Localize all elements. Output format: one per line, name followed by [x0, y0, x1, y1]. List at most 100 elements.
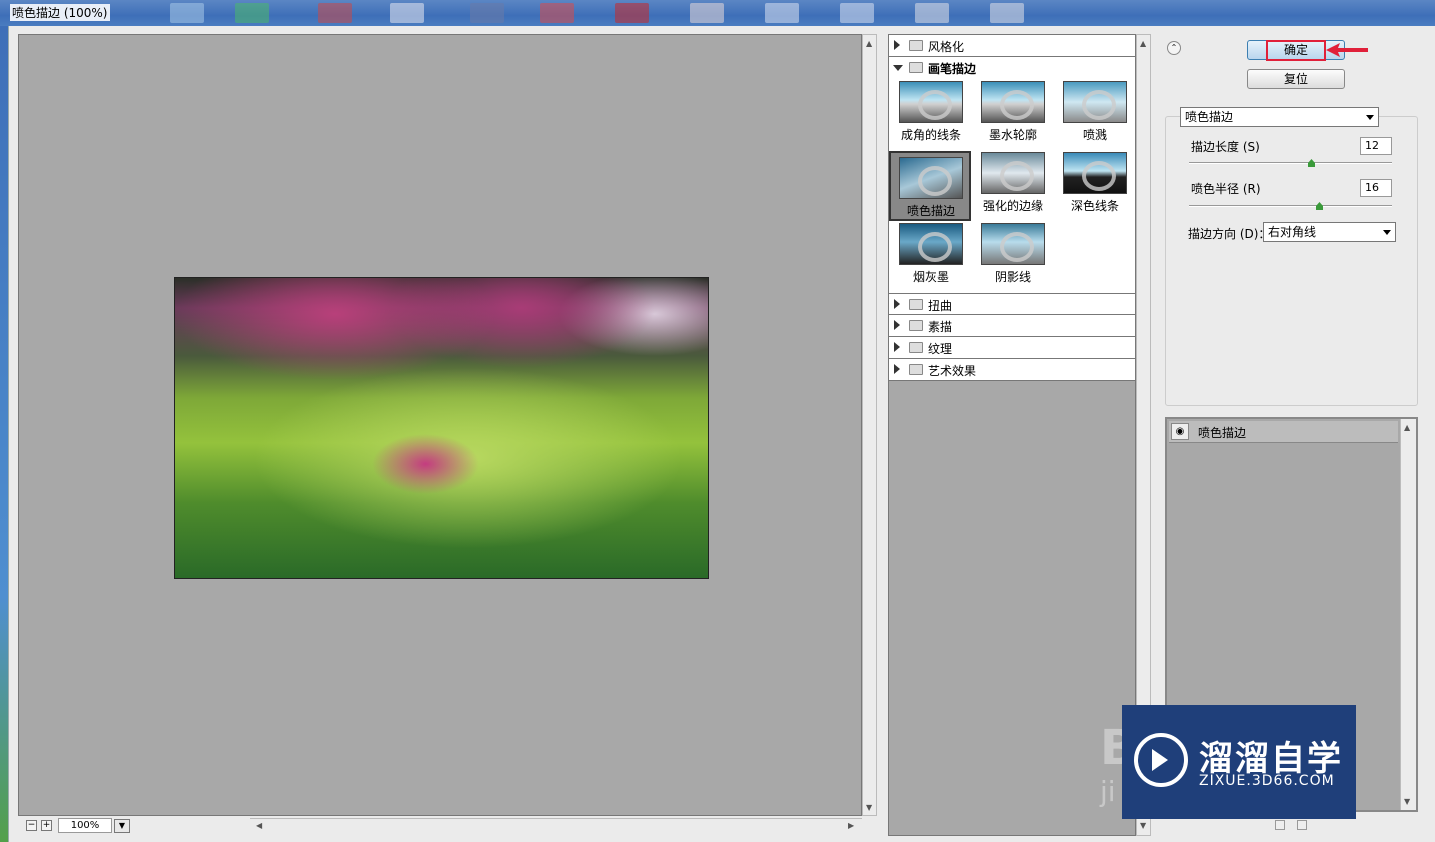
stroke-length-slider[interactable]: [1189, 162, 1392, 164]
filter-select[interactable]: 喷色描边: [1180, 107, 1379, 127]
ok-highlight-box: [1266, 40, 1326, 61]
category-label: 风格化: [928, 40, 965, 54]
eye-icon[interactable]: ◉: [1171, 423, 1189, 440]
expand-arrow-icon[interactable]: [894, 364, 900, 374]
filter-thumbnail-image: [981, 81, 1045, 123]
category-texture[interactable]: 纹理: [889, 337, 1135, 359]
taskbar-app-icon: [470, 3, 504, 23]
scroll-left-icon[interactable]: ◀: [256, 821, 262, 830]
chevron-down-icon: [1366, 115, 1374, 120]
taskbar-app-icon: [318, 3, 352, 23]
filter-thumb-sprayed-strokes[interactable]: 喷色描边: [889, 151, 971, 221]
scroll-up-icon[interactable]: ▲: [866, 39, 872, 48]
category-sketch[interactable]: 素描: [889, 315, 1135, 337]
filter-thumb-label: 深色线条: [1070, 199, 1119, 213]
reset-button[interactable]: 复位: [1247, 69, 1345, 89]
filter-list: 风格化 画笔描边 成角的线条 墨水轮廓 喷溅 喷色描边 强化的边缘 深色线条 烟…: [888, 34, 1136, 836]
play-icon: [1152, 749, 1168, 771]
scroll-down-icon[interactable]: ▼: [1404, 797, 1410, 806]
zoom-level-field[interactable]: 100%: [58, 818, 112, 833]
taskbar-app-icon: [915, 3, 949, 23]
taskbar-app-icon: [690, 3, 724, 23]
filter-thumb-crosshatch[interactable]: 阴影线: [973, 219, 1053, 285]
filter-thumbnail-image: [1063, 152, 1127, 194]
filter-list-expanded-area: 风格化 画笔描边 成角的线条 墨水轮廓 喷溅 喷色描边 强化的边缘 深色线条 烟…: [889, 35, 1135, 293]
filter-thumb-label: 阴影线: [994, 270, 1031, 284]
taskbar-app-icon: [390, 3, 424, 23]
folder-icon: [909, 40, 923, 51]
preview-status-bar: − + 100% ▼ ◀ ▶: [18, 816, 862, 836]
filter-thumb-spatter[interactable]: 喷溅: [1055, 77, 1135, 143]
filter-thumb-label: 成角的线条: [900, 128, 961, 142]
spray-radius-label: 喷色半径 (R): [1191, 182, 1261, 196]
preview-horizontal-scrollbar[interactable]: ◀ ▶: [250, 818, 862, 833]
new-effect-layer-icon[interactable]: [1275, 820, 1285, 830]
filter-thumbnail-image: [899, 157, 963, 199]
filter-thumb-dark-strokes[interactable]: 深色线条: [1055, 148, 1135, 214]
filter-thumb-sumi-e[interactable]: 烟灰墨: [891, 219, 971, 285]
stroke-length-label: 描边长度 (S): [1191, 140, 1260, 154]
category-label: 扭曲: [928, 299, 953, 313]
stroke-direction-value: 右对角线: [1268, 225, 1317, 239]
filter-thumb-label: 墨水轮廓: [988, 128, 1037, 142]
watermark-ghost-logo: ji: [1100, 775, 1116, 808]
collapse-gallery-button[interactable]: ⌃: [1167, 41, 1181, 55]
preview-canvas[interactable]: [18, 34, 862, 816]
zoom-out-button[interactable]: −: [26, 820, 37, 831]
layers-scrollbar[interactable]: ▲ ▼: [1400, 419, 1416, 810]
scroll-right-icon[interactable]: ▶: [848, 821, 854, 830]
spray-radius-input[interactable]: 16: [1360, 179, 1392, 197]
scroll-down-icon[interactable]: ▼: [866, 803, 872, 812]
category-label: 画笔描边: [928, 62, 977, 76]
filter-thumb-accented-edges[interactable]: 成角的线条: [891, 77, 971, 143]
category-brush-strokes[interactable]: 画笔描边: [889, 57, 1135, 79]
taskbar-app-icon: [540, 3, 574, 23]
scroll-down-icon[interactable]: ▼: [1140, 821, 1146, 830]
scroll-up-icon[interactable]: ▲: [1404, 423, 1410, 432]
zoom-dropdown-button[interactable]: ▼: [114, 819, 130, 833]
watermark-subtitle: ZIXUE.3D66.COM: [1199, 773, 1335, 789]
collapse-arrow-icon[interactable]: [893, 65, 903, 71]
expand-arrow-icon[interactable]: [894, 342, 900, 352]
filter-thumb-label: 烟灰墨: [912, 270, 949, 284]
folder-open-icon: [909, 62, 923, 73]
taskbar-app-icon: [840, 3, 874, 23]
expand-arrow-icon[interactable]: [894, 299, 900, 309]
stroke-length-input[interactable]: 12: [1360, 137, 1392, 155]
desktop-edge: [0, 26, 8, 842]
expand-arrow-icon[interactable]: [894, 320, 900, 330]
folder-icon: [909, 320, 923, 331]
taskbar-app-icon: [615, 3, 649, 23]
title-bar: 喷色描边 (100%): [0, 0, 1435, 26]
effect-layer-row[interactable]: ◉ 喷色描边: [1169, 421, 1398, 443]
category-distort[interactable]: 扭曲: [889, 293, 1135, 315]
taskbar-app-icon: [235, 3, 269, 23]
filter-thumbnail-image: [981, 152, 1045, 194]
delete-effect-layer-icon[interactable]: [1297, 820, 1307, 830]
spray-radius-slider[interactable]: [1189, 205, 1392, 207]
filter-thumb-label: 喷溅: [1082, 128, 1107, 142]
filter-thumb-ink-outlines[interactable]: 墨水轮廓: [973, 77, 1053, 143]
taskbar-app-icon: [170, 3, 204, 23]
window-title: 喷色描边 (100%): [10, 4, 110, 21]
category-stylize[interactable]: 风格化: [889, 35, 1135, 57]
filter-thumb-label: 强化的边缘: [982, 199, 1043, 213]
red-arrow-icon: [1326, 43, 1368, 57]
filter-thumbnail-image: [981, 223, 1045, 265]
stroke-direction-select[interactable]: 右对角线: [1263, 222, 1396, 242]
category-label: 素描: [928, 320, 953, 334]
filter-thumbnail-image: [899, 81, 963, 123]
watermark-badge: 溜溜自学 ZIXUE.3D66.COM: [1122, 705, 1356, 819]
folder-icon: [909, 364, 923, 375]
preview-vertical-scrollbar[interactable]: ▲ ▼: [862, 34, 877, 816]
filter-thumbnail-image: [1063, 81, 1127, 123]
filter-thumb-enhanced-edges[interactable]: 强化的边缘: [973, 148, 1053, 214]
preview-image: [174, 277, 709, 579]
scroll-up-icon[interactable]: ▲: [1140, 39, 1146, 48]
taskbar-app-icon: [990, 3, 1024, 23]
category-label: 纹理: [928, 342, 953, 356]
category-artistic[interactable]: 艺术效果: [889, 359, 1135, 381]
filter-select-value: 喷色描边: [1185, 110, 1234, 124]
zoom-in-button[interactable]: +: [41, 820, 52, 831]
expand-arrow-icon[interactable]: [894, 40, 900, 50]
